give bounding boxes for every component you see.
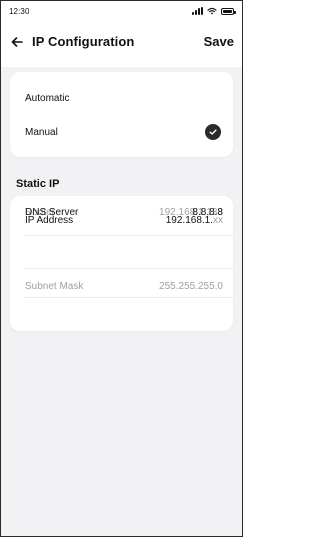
row-divider (25, 268, 233, 269)
manual-option[interactable]: Manual (10, 115, 233, 149)
subnet-mask-row[interactable]: Subnet Mask 255.255.255.0 (10, 270, 233, 303)
dns-server-row[interactable]: DNS Server 8.8.8.8 (10, 196, 233, 229)
check-circle-icon (205, 124, 221, 140)
arrow-left-icon (11, 37, 23, 47)
row-divider (25, 235, 233, 236)
dns-server-value[interactable]: 8.8.8.8 (192, 207, 223, 218)
automatic-option-label: Automatic (25, 92, 70, 104)
page-title: IP Configuration (32, 34, 135, 49)
status-bar: 12:30 (1, 1, 242, 23)
ip-mode-card: Automatic Manual (10, 72, 233, 157)
static-ip-section-title: Static IP (16, 178, 60, 190)
subnet-mask-label: Subnet Mask (25, 281, 84, 292)
battery-icon (221, 7, 236, 15)
back-button[interactable] (7, 32, 27, 52)
status-time: 12:30 (9, 7, 30, 16)
automatic-option[interactable]: Automatic (10, 81, 233, 115)
manual-option-label: Manual (25, 126, 58, 138)
top-navigation-bar: IP Configuration Save (1, 23, 242, 67)
wifi-icon (207, 7, 217, 15)
dns-server-label: DNS Server (25, 207, 79, 218)
signal-icon (192, 7, 203, 15)
phone-screen: 12:30 IP Configuration Save Automatic Ma… (0, 0, 243, 537)
static-ip-card: IP Address 192.168.1.xx Subnet Mask 255.… (10, 196, 233, 331)
settings-content: Automatic Manual Static IP IP Address 19… (1, 67, 242, 536)
status-icons (192, 7, 236, 15)
subnet-mask-value[interactable]: 255.255.255.0 (159, 281, 223, 292)
save-button[interactable]: Save (204, 34, 234, 49)
row-divider (25, 297, 233, 298)
